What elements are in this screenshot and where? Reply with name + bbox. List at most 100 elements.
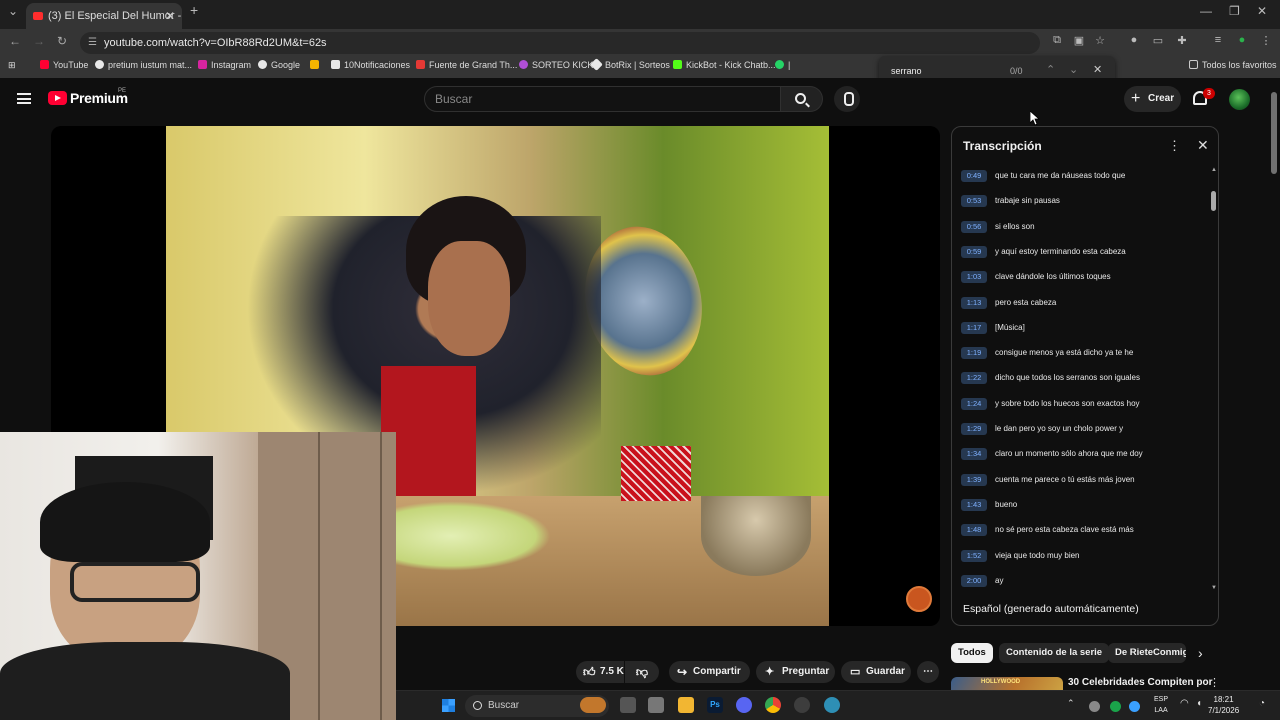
transcript-segment[interactable]: 1:52 vieja que todo muy bien (961, 548, 1080, 564)
maximize-icon[interactable]: ❐ (1229, 4, 1240, 18)
recommended-more-icon[interactable]: ⋮ (1209, 676, 1220, 689)
page-scrollbar[interactable] (1271, 92, 1277, 174)
transcript-segment[interactable]: 1:17 [Música] (961, 320, 1025, 336)
tab-search-icon[interactable]: ⌄ (8, 4, 18, 18)
transcript-segment[interactable]: 1:19 consigue menos ya está dicho ya te h… (961, 345, 1133, 361)
transcript-segment[interactable]: 1:24 y sobre todo los huecos son exactos … (961, 396, 1140, 412)
widget-icon[interactable] (580, 697, 606, 713)
search-input[interactable]: Buscar (424, 86, 781, 112)
bookmark-botrix[interactable]: BotRix | Sorteos (590, 58, 670, 71)
bookmark-whatsapp[interactable]: | (775, 60, 790, 70)
find-prev-icon[interactable]: ⌃ (1046, 63, 1055, 76)
bookmark-google[interactable]: Google (258, 60, 300, 70)
app-icon[interactable] (824, 697, 840, 713)
save-button[interactable]: ▭ Guardar (841, 661, 911, 683)
site-info-icon[interactable]: ☰ (88, 32, 97, 54)
segment-timestamp[interactable]: 1:34 (961, 448, 987, 461)
search-button[interactable] (781, 86, 823, 112)
printer-icon[interactable] (648, 697, 664, 713)
media-control-icon[interactable]: ≡ (1211, 34, 1225, 48)
create-button[interactable]: + Crear (1124, 86, 1181, 112)
back-icon[interactable]: ← (9, 34, 21, 48)
profile-icon[interactable]: ● (1235, 34, 1249, 48)
channel-branding-icon[interactable] (906, 586, 932, 612)
recommended-title[interactable]: 30 Celebridades Compiten por (1068, 677, 1212, 688)
transcript-segment[interactable]: 1:43 bueno (961, 497, 1017, 513)
tray-xbox-icon[interactable] (1110, 701, 1121, 712)
segment-timestamp[interactable]: 1:19 (961, 347, 987, 360)
transcript-segment[interactable]: 1:13 pero esta cabeza (961, 295, 1056, 311)
cast-icon[interactable]: ▣ (1072, 34, 1086, 48)
transcript-segment[interactable]: 1:22 dicho que todos los serranos son igu… (961, 370, 1140, 386)
reload-icon[interactable]: ↻ (57, 34, 67, 48)
address-bar[interactable]: ☰ youtube.com/watch?v=OIbR88Rd2UM&t=62s (80, 32, 1040, 54)
transcript-segment[interactable]: 1:29 le dan pero yo soy un cholo power y (961, 421, 1123, 437)
hamburger-menu-icon[interactable] (17, 93, 31, 104)
system-clock[interactable]: 18:21 7/1/2026 (1208, 694, 1239, 716)
browser-tab[interactable]: (3) El Especial Del Humor - #04 ✕ (26, 3, 182, 29)
transcript-language[interactable]: Español (generado automáticamente) (963, 603, 1139, 615)
share-button[interactable]: ↪ Compartir (669, 661, 750, 683)
transcript-segment[interactable]: 1:03 clave dándole los últimos toques (961, 269, 1111, 285)
transcript-segment[interactable]: 1:39 cuenta me parece o tú estás más jove… (961, 472, 1135, 488)
transcript-more-icon[interactable]: ⋮ (1168, 138, 1181, 154)
extensions-puzzle-icon[interactable]: ✚ (1175, 34, 1189, 48)
extension-2-icon[interactable]: ▭ (1151, 34, 1165, 48)
photoshop-icon[interactable]: Ps (707, 697, 723, 713)
transcript-close-icon[interactable]: ✕ (1197, 137, 1209, 154)
ask-button[interactable]: ✦ Preguntar (756, 661, 835, 683)
segment-timestamp[interactable]: 1:24 (961, 397, 987, 410)
install-icon[interactable]: ⧉ (1050, 34, 1064, 48)
task-view-icon[interactable] (620, 697, 636, 713)
transcript-segment[interactable]: 1:34 claro un momento sólo ahora que me d… (961, 446, 1143, 462)
volume-icon[interactable]: ◖ (1196, 698, 1202, 709)
chip-channel[interactable]: De RieteConmig (1108, 643, 1186, 663)
youtube-logo-icon[interactable] (48, 91, 67, 105)
find-close-icon[interactable]: ✕ (1093, 63, 1102, 76)
window-close-icon[interactable]: ✕ (1257, 4, 1267, 18)
transcript-segment[interactable]: 0:49 que tu cara me da náuseas todo que (961, 168, 1125, 184)
chip-series-content[interactable]: Contenido de la serie (999, 643, 1110, 663)
segment-timestamp[interactable]: 0:49 (961, 170, 987, 182)
wifi-icon[interactable]: ◠ (1180, 698, 1189, 709)
bookmark-instagram[interactable]: Instagram (198, 60, 251, 70)
scroll-up-icon[interactable]: ▲ (1211, 167, 1217, 173)
bookmark-sorteo-kick[interactable]: SORTEO KICK (519, 60, 593, 70)
bookmark-kickbot[interactable]: KickBot - Kick Chatb... (673, 60, 776, 70)
find-input[interactable]: serrano (891, 66, 922, 76)
chip-all[interactable]: Todos (951, 643, 993, 663)
scroll-down-icon[interactable]: ▼ (1211, 585, 1217, 591)
minimize-icon[interactable]: — (1200, 4, 1212, 18)
tray-expand-icon[interactable]: ⌃ (1067, 698, 1075, 709)
transcript-segment[interactable]: 1:48 no sé pero esta cabeza clave está má… (961, 522, 1134, 538)
bookmark-10notificaciones[interactable]: 10Notificaciones (331, 60, 410, 70)
language-indicator[interactable]: ESP LAA (1154, 694, 1168, 716)
chrome-icon[interactable] (765, 697, 781, 713)
segment-timestamp[interactable]: 0:56 (961, 220, 987, 233)
bookmark-youtube[interactable]: YouTube (40, 60, 88, 70)
notification-center-icon[interactable]: ◔ (1259, 698, 1265, 709)
segment-timestamp[interactable]: 2:00 (961, 574, 987, 587)
extension-icon[interactable]: ● (1127, 34, 1141, 48)
more-actions-button[interactable]: ⋯ (917, 661, 939, 683)
forward-icon[interactable]: → (33, 34, 45, 48)
windows-start-icon[interactable] (441, 698, 456, 713)
discord-icon[interactable] (736, 697, 752, 713)
segment-timestamp[interactable]: 1:29 (961, 423, 987, 435)
transcript-segment[interactable]: 0:53 trabaje sin pausas (961, 193, 1060, 209)
segment-timestamp[interactable]: 0:59 (961, 245, 987, 258)
transcript-segment[interactable]: 0:56 si ellos son (961, 219, 1035, 235)
bookmark-star-icon[interactable]: ☆ (1093, 34, 1107, 48)
tray-cloud-icon[interactable] (1129, 701, 1140, 712)
segment-timestamp[interactable]: 1:17 (961, 321, 987, 334)
bookmark-pretium[interactable]: pretium iustum mat... (95, 60, 192, 70)
like-button[interactable]: 👍︎ 7.5 K (576, 661, 624, 683)
new-tab-icon[interactable]: + (190, 2, 198, 18)
segment-timestamp[interactable]: 0:53 (961, 195, 987, 208)
segment-timestamp[interactable]: 1:52 (961, 549, 987, 562)
dislike-button[interactable]: 👎︎ (625, 661, 659, 683)
file-explorer-icon[interactable] (678, 697, 694, 713)
tray-app-icon[interactable] (1089, 701, 1100, 712)
segment-timestamp[interactable]: 1:43 (961, 498, 987, 511)
browser-menu-icon[interactable]: ⋮ (1259, 34, 1273, 48)
